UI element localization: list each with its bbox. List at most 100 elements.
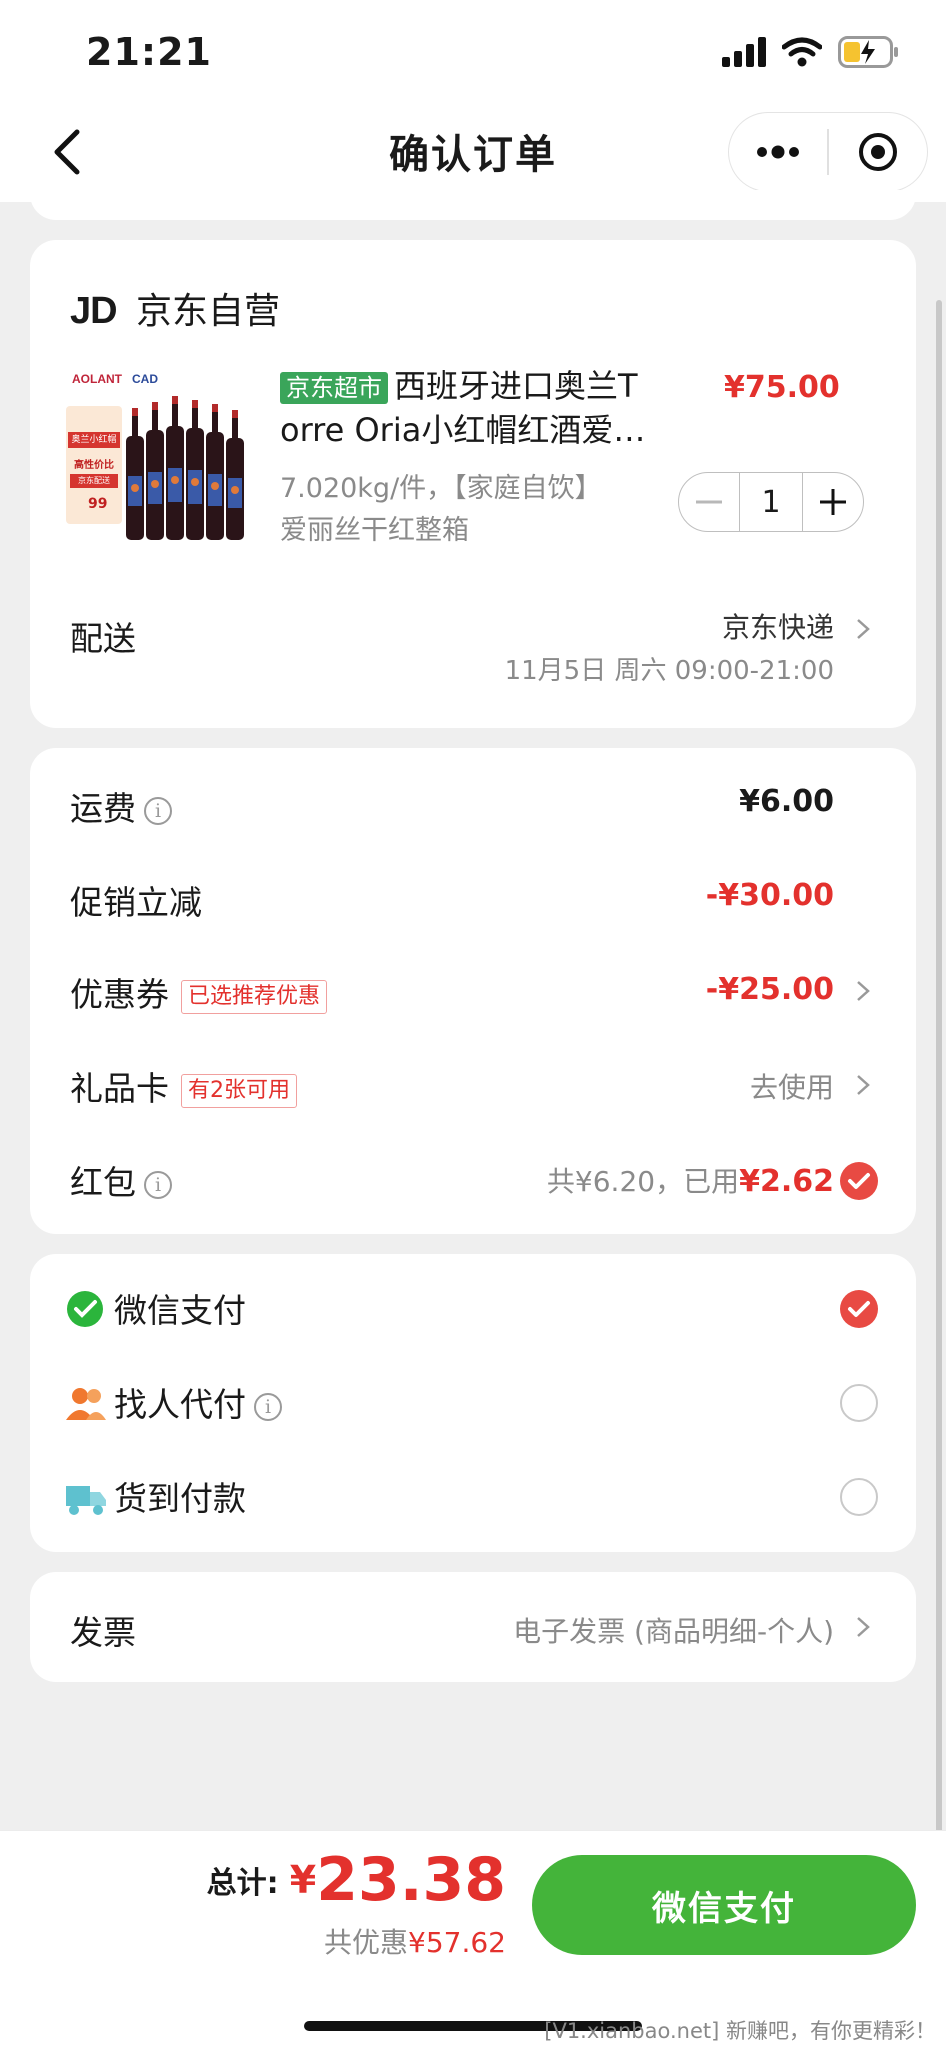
product-price: ¥75.00 xyxy=(724,370,840,405)
giftcard-label-wrap: 礼品卡 有2张可用 xyxy=(70,1062,297,1110)
redpacket-label: 红包 xyxy=(70,1163,136,1202)
payment-label-friend-wrap: 找人代付 i xyxy=(114,1378,282,1426)
payment-option-friend[interactable]: 找人代付 i xyxy=(30,1348,916,1442)
status-bar: 21:21 xyxy=(0,0,946,104)
saved-prefix: 共优惠 xyxy=(324,1926,409,1959)
more-button[interactable] xyxy=(729,113,827,191)
giftcard-tag: 有2张可用 xyxy=(181,1073,297,1108)
chevron-right-icon xyxy=(857,1617,870,1637)
chevron-right-icon xyxy=(857,619,870,639)
coupon-row[interactable]: 优惠券 已选推荐优惠 -¥25.00 xyxy=(30,936,916,1030)
product-card: JD 京东自营 AOLANT CAD 奥兰小红帽 高性价比 京东配送 99 京东… xyxy=(30,240,916,728)
fees-card: 运费 i ¥6.00 促销立减 -¥30.00 优惠券 已选推荐优惠 -¥25.00… xyxy=(30,748,916,1234)
delivery-time: 11月5日 周六 09:00-21:00 xyxy=(504,656,834,686)
payment-radio-wechat[interactable] xyxy=(840,1290,878,1328)
shipping-value: ¥6.00 xyxy=(739,784,834,819)
coupon-value: -¥25.00 xyxy=(705,972,834,1007)
payment-radio-cod[interactable] xyxy=(840,1478,878,1516)
product-title[interactable]: 京东超市 西班牙进口奥兰T orre Oria小红帽红酒爱… xyxy=(280,364,690,452)
product-image[interactable]: AOLANT CAD 奥兰小红帽 高性价比 京东配送 99 xyxy=(66,368,256,548)
redpacket-value: 共¥6.20，已用¥2.62 xyxy=(547,1160,834,1200)
promo-row: 促销立减 -¥30.00 xyxy=(30,842,916,936)
close-miniprogram-button[interactable] xyxy=(829,113,927,191)
coupon-label-wrap: 优惠券 已选推荐优惠 xyxy=(70,968,328,1016)
giftcard-label: 礼品卡 xyxy=(70,1069,169,1108)
battery-charging-icon xyxy=(838,36,898,68)
image-label-1: 奥兰小红帽 xyxy=(68,432,120,448)
status-icons xyxy=(722,34,900,70)
redpacket-row[interactable]: 红包 i 共¥6.20，已用¥2.62 xyxy=(30,1124,916,1218)
nav-bar: 确认订单 xyxy=(0,104,946,202)
redpacket-label-wrap: 红包 i xyxy=(70,1156,172,1204)
target-close-icon xyxy=(858,133,897,171)
payment-label-wechat: 微信支付 xyxy=(114,1291,246,1330)
redpacket-used: ¥2.62 xyxy=(739,1164,834,1199)
previous-card-edge xyxy=(30,190,916,220)
giftcard-row[interactable]: 礼品卡 有2张可用 去使用 xyxy=(30,1030,916,1124)
promo-label: 促销立减 xyxy=(70,883,202,922)
quantity-value[interactable]: 1 xyxy=(739,473,803,531)
cellular-signal-icon xyxy=(722,37,766,67)
delivery-truck-icon xyxy=(66,1486,106,1515)
payment-option-cod[interactable]: 货到付款 xyxy=(30,1442,916,1536)
info-icon[interactable]: i xyxy=(254,1392,282,1421)
image-promo-panel: 奥兰小红帽 高性价比 京东配送 99 xyxy=(66,406,122,524)
wechat-pay-icon xyxy=(67,1291,103,1327)
redpacket-total: 共¥6.20，已用 xyxy=(546,1165,740,1198)
shipping-row: 运费 i ¥6.00 xyxy=(30,748,916,842)
redpacket-checkbox[interactable] xyxy=(840,1162,878,1200)
payment-radio-friend[interactable] xyxy=(840,1384,878,1422)
promo-value: -¥30.00 xyxy=(705,878,834,913)
saved-amount: ¥57.62 xyxy=(408,1926,506,1959)
info-icon[interactable]: i xyxy=(144,1170,172,1199)
friends-pay-icon xyxy=(66,1388,106,1420)
image-label-3: 京东配送 xyxy=(70,474,118,488)
status-time: 21:21 xyxy=(86,30,212,74)
delivery-method: 京东快递 xyxy=(721,611,834,644)
plus-icon xyxy=(820,489,846,515)
coupon-tag: 已选推荐优惠 xyxy=(181,979,328,1014)
scrollbar[interactable] xyxy=(936,300,942,1960)
invoice-label: 发票 xyxy=(70,1613,136,1652)
info-icon[interactable]: i xyxy=(144,796,172,825)
quantity-stepper: 1 xyxy=(678,472,864,532)
payment-label-friend: 找人代付 xyxy=(114,1385,246,1424)
product-spec: 7.020kg/件，【家庭自饮】 爱丽丝干红整箱 xyxy=(280,468,602,552)
payment-option-wechat[interactable]: 微信支付 xyxy=(30,1254,916,1348)
miniprogram-capsule xyxy=(728,112,928,192)
wechat-pay-button[interactable]: 微信支付 xyxy=(532,1855,916,1955)
watermark: [V1.xianbao.net] 新赚吧，有你更精彩！ xyxy=(544,2019,936,2043)
product-spec-line-1: 7.020kg/件，【家庭自饮】 xyxy=(280,473,602,504)
product-spec-line-2: 爱丽丝干红整箱 xyxy=(280,515,469,546)
chevron-right-icon xyxy=(857,1075,870,1095)
decrease-button[interactable] xyxy=(679,473,739,531)
wifi-icon xyxy=(782,37,822,67)
chevron-right-icon xyxy=(857,981,870,1001)
store-name: 京东自营 xyxy=(136,291,281,332)
product-title-line-2: orre Oria小红帽红酒爱… xyxy=(280,411,646,449)
jd-logo: JD xyxy=(70,290,118,332)
wine-bottles-icon xyxy=(126,396,244,540)
saved-wrap: 共优惠¥57.62 xyxy=(324,1921,506,1961)
more-dots-icon xyxy=(757,145,800,159)
delivery-label: 配送 xyxy=(70,619,136,658)
shipping-label-wrap: 运费 i xyxy=(70,782,172,830)
shipping-label: 运费 xyxy=(70,789,136,828)
invoice-card[interactable]: 发票 电子发票 (商品明细-个人) xyxy=(30,1572,916,1682)
total-amount: 23.38 xyxy=(316,1845,506,1915)
bottom-bar: 总计: ¥23.38 共优惠¥57.62 微信支付 [V1.xianbao.ne… xyxy=(0,1830,946,2048)
image-price: 99 xyxy=(88,496,108,512)
total-currency: ¥ xyxy=(289,1858,317,1902)
delivery-row[interactable]: 配送 京东快递 11月5日 周六 09:00-21:00 xyxy=(30,600,916,710)
jd-supermarket-tag: 京东超市 xyxy=(280,372,388,404)
coupon-label: 优惠券 xyxy=(70,975,169,1014)
image-label-2: 高性价比 xyxy=(74,460,114,471)
checkmark-icon xyxy=(848,1301,870,1317)
total-label: 总计: xyxy=(206,1866,279,1901)
payment-label-cod: 货到付款 xyxy=(114,1479,246,1518)
payment-card: 微信支付 找人代付 i 货到付款 xyxy=(30,1254,916,1552)
increase-button[interactable] xyxy=(803,473,863,531)
minus-icon xyxy=(696,500,722,504)
invoice-value: 电子发票 (商品明细-个人) xyxy=(513,1615,834,1648)
image-brand: AOLANT CAD xyxy=(72,372,158,386)
